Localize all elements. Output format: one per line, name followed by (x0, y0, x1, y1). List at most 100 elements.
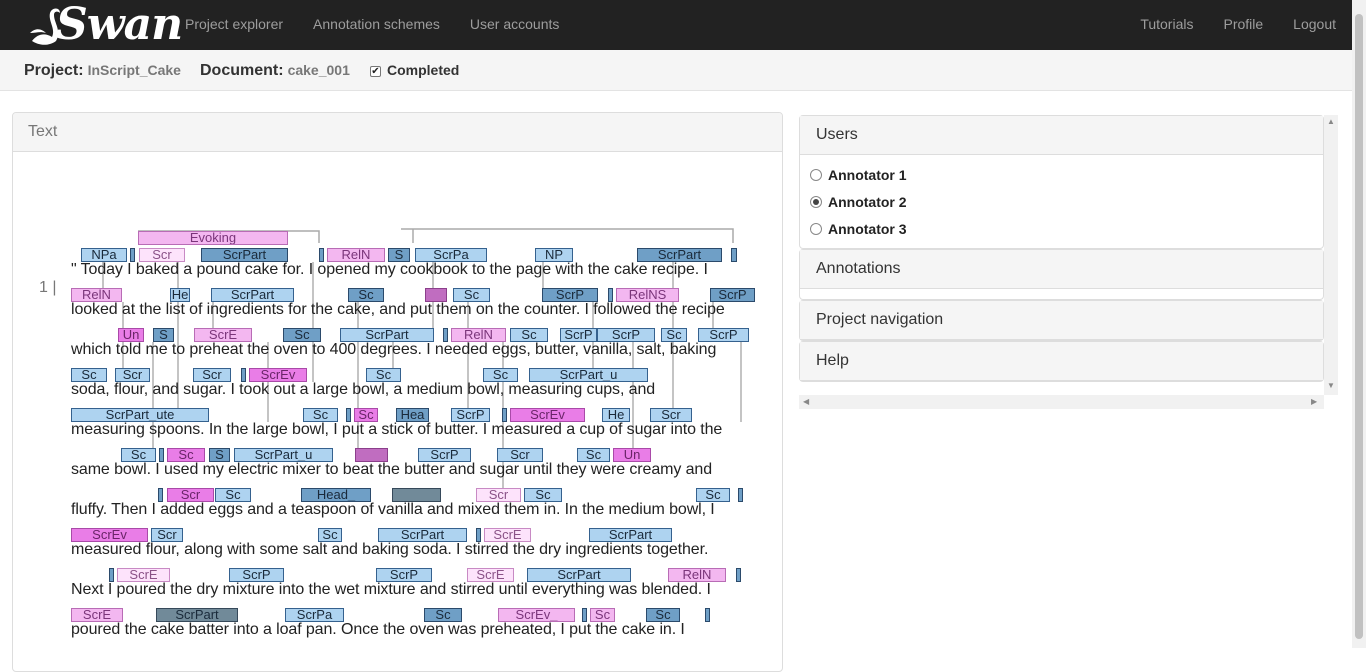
annotation-span[interactable]: Scr (115, 368, 150, 382)
annotation-span[interactable] (109, 568, 114, 582)
nav-logout[interactable]: Logout (1278, 0, 1351, 50)
completed-checkbox[interactable]: ✔ (370, 66, 381, 77)
annotation-span[interactable]: NP (535, 248, 573, 262)
completed-toggle[interactable]: ✔ Completed (370, 62, 459, 80)
annotation-span[interactable]: Scr (167, 488, 214, 502)
annotation-span[interactable]: ScrPart_ute (71, 408, 209, 422)
text-line[interactable]: fluffy. Then I added eggs and a teaspoon… (71, 501, 715, 519)
user-radio[interactable] (810, 222, 822, 235)
text-line[interactable]: " Today I baked a pound cake for. I open… (71, 261, 708, 279)
text-line[interactable]: which told me to preheat the oven to 400… (71, 341, 716, 359)
annotation-span[interactable]: ScrPart (637, 248, 722, 262)
annotation-span[interactable]: Scr (151, 528, 183, 542)
page-scrollbar[interactable] (1352, 0, 1366, 648)
annotation-span[interactable]: Evoking (138, 231, 288, 245)
annotation-span[interactable] (158, 488, 163, 502)
nav-user-accounts[interactable]: User accounts (455, 0, 574, 50)
annotation-span[interactable]: ScrE (117, 568, 170, 582)
project-name[interactable]: InScript_Cake (88, 62, 181, 78)
annotation-span[interactable]: ScrP (597, 328, 655, 342)
text-line[interactable]: Next I poured the dry mixture into the w… (71, 581, 711, 599)
annotation-span[interactable] (731, 248, 737, 262)
annotation-span[interactable]: Sc (577, 448, 610, 462)
user-radio[interactable] (810, 168, 822, 181)
annotation-span[interactable] (736, 568, 741, 582)
annotation-span[interactable]: ScrE (71, 608, 123, 622)
annotation-span[interactable]: ScrP (542, 288, 598, 302)
annotation-span[interactable]: Sc (283, 328, 321, 342)
annotation-span[interactable]: Sc (303, 408, 338, 422)
annotation-span[interactable]: ScrE (484, 528, 531, 542)
annotation-span[interactable]: ScrEv (71, 528, 148, 542)
annotation-span[interactable]: ScrPart (378, 528, 467, 542)
annotation-span[interactable]: Sc (590, 608, 615, 622)
annotation-span[interactable] (346, 408, 351, 422)
user-option[interactable]: Annotator 1 (810, 161, 1313, 188)
text-line[interactable]: measured flour, along with some salt and… (71, 541, 708, 559)
annotation-span[interactable] (705, 608, 710, 622)
annotation-span[interactable] (319, 248, 324, 262)
user-option[interactable]: Annotator 2 (810, 188, 1313, 215)
annotation-span[interactable]: ScrP (229, 568, 284, 582)
annotation-span[interactable]: He (602, 408, 630, 422)
nav-project-explorer[interactable]: Project explorer (170, 0, 298, 50)
annotation-span[interactable]: Sc (661, 328, 687, 342)
nav-annotation-schemes[interactable]: Annotation schemes (298, 0, 455, 50)
annotation-span[interactable]: ScrEv (510, 408, 585, 422)
side-vertical-scrollbar[interactable]: ▲ ▼ (1324, 115, 1338, 395)
annotation-span[interactable]: Scr (650, 408, 692, 422)
annotation-span[interactable] (159, 448, 164, 462)
user-radio[interactable] (810, 195, 822, 208)
annotation-span[interactable]: Sc (71, 368, 107, 382)
annotation-span[interactable]: RelNS (616, 288, 679, 302)
annotation-span[interactable]: Sc (348, 288, 384, 302)
annotation-span[interactable]: RelN (327, 248, 385, 262)
annotation-span[interactable]: ScrEv_ (498, 608, 575, 622)
annotation-span[interactable]: Un (118, 328, 144, 342)
annotation-span[interactable]: RelN (71, 288, 122, 302)
annotation-area[interactable]: Evoking NPa Scr ScrPart RelN S ScrPa NP ScrPart R… (13, 113, 782, 671)
user-option[interactable]: Annotator 3 (810, 215, 1313, 242)
annotation-span[interactable]: Scr (193, 368, 231, 382)
annotation-span[interactable]: He (170, 288, 190, 302)
navigation-heading[interactable]: Project navigation (800, 301, 1323, 340)
annotation-span[interactable] (355, 448, 388, 462)
annotation-span[interactable]: Scr (139, 248, 185, 262)
annotation-span[interactable]: Sc (318, 528, 342, 542)
annotation-span[interactable] (502, 408, 507, 422)
side-horizontal-scrollbar[interactable]: ◀ ▶ (799, 395, 1324, 409)
annotation-span[interactable] (476, 528, 481, 542)
annotation-span[interactable]: ScrPart (340, 328, 434, 342)
annotation-span[interactable]: Sc (167, 448, 205, 462)
annotation-span[interactable]: ScrPa (415, 248, 487, 262)
annotation-span[interactable]: NPa (81, 248, 127, 262)
annotation-span[interactable]: ScrPart (527, 568, 631, 582)
page-scroll-thumb[interactable] (1355, 14, 1363, 639)
annotation-span[interactable]: Sc (524, 488, 562, 502)
annotation-span[interactable]: ScrPart (156, 608, 238, 622)
text-line[interactable]: same bowl. I used my electric mixer to b… (71, 461, 712, 479)
annotation-span[interactable]: Sc (696, 488, 730, 502)
text-line[interactable]: measuring spoons. In the large bowl, I p… (71, 421, 722, 439)
text-line[interactable]: soda, flour, and sugar. I took out a lar… (71, 381, 655, 399)
scroll-right-icon[interactable]: ▶ (1311, 397, 1317, 406)
annotation-span[interactable]: ScrEv (249, 368, 307, 382)
annotation-span[interactable] (392, 488, 441, 502)
annotation-span[interactable] (738, 488, 743, 502)
annotation-span[interactable]: ScrPart_u (529, 368, 648, 382)
annotation-span[interactable]: ScrPart_u (234, 448, 333, 462)
annotation-span[interactable] (608, 288, 613, 302)
annotation-span[interactable]: Sc (215, 488, 251, 502)
annotation-span[interactable]: Sc (483, 368, 518, 382)
nav-tutorials[interactable]: Tutorials (1125, 0, 1208, 50)
text-line[interactable]: looked at the list of ingredients for th… (71, 301, 725, 319)
annotation-span[interactable]: ScrPart (201, 248, 288, 262)
scroll-up-icon[interactable]: ▲ (1327, 117, 1335, 126)
scroll-left-icon[interactable]: ◀ (803, 397, 809, 406)
annotation-span[interactable]: RelN (451, 328, 506, 342)
annotation-span[interactable]: ScrP (418, 448, 471, 462)
annotation-span[interactable]: ScrP (376, 568, 432, 582)
annotation-span[interactable]: Head_ (301, 488, 371, 502)
annotation-span[interactable]: Sc (366, 368, 401, 382)
annotation-span[interactable]: ScrPart (589, 528, 672, 542)
